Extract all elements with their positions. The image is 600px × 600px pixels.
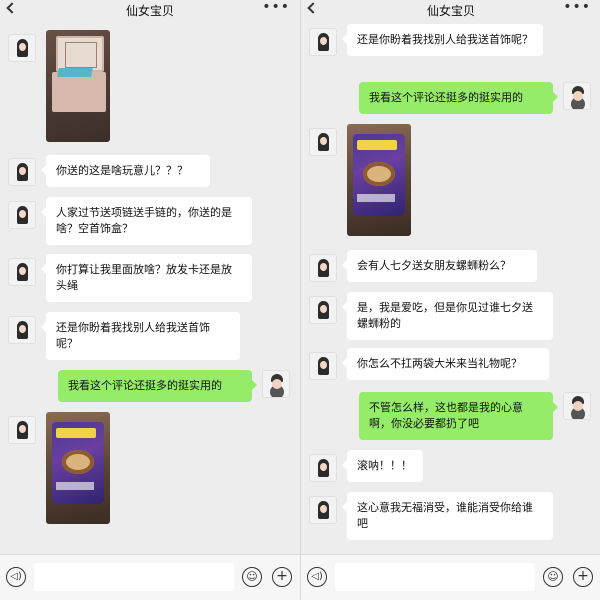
voice-icon[interactable]: ◁) [6, 567, 26, 587]
message-text: 会有人七夕送女朋友螺蛳粉么？ [357, 259, 511, 272]
message-text: 滚呐！！！ [357, 459, 412, 472]
message-bubble[interactable]: 你打算让我里面放啥？放发卡还是放头绳 [41, 254, 252, 302]
contact-avatar[interactable] [309, 128, 337, 156]
chat-header: 仙女宝贝 ••• [301, 0, 600, 20]
chat-title: 仙女宝贝 [125, 4, 174, 18]
message-bubble[interactable]: 人家过节送项链送手链的，你送的是啥？空首饰盒？ [41, 197, 252, 245]
message-text: 你怎么不扛两袋大米来当礼物呢？ [357, 357, 522, 370]
contact-avatar[interactable] [309, 352, 337, 380]
more-icon[interactable]: ••• [563, 0, 591, 14]
snail-noodle-photo[interactable] [46, 412, 110, 524]
input-bar: ◁) ☺ + [301, 554, 600, 600]
message-input[interactable] [335, 563, 535, 591]
message-bubble-sent[interactable]: 我看这个评论还挺多的挺实用的 [359, 82, 558, 114]
message-bubble[interactable]: 是，我是爱吃，但是你见过谁七夕送螺蛳粉的 [342, 292, 553, 340]
voice-icon[interactable]: ◁) [307, 567, 327, 587]
chat-title: 仙女宝贝 [426, 4, 475, 18]
message-bubble[interactable]: 你送的这是啥玩意儿？？？ [41, 155, 210, 187]
plus-icon[interactable]: + [272, 567, 292, 587]
chat-header: 仙女宝贝 ••• [0, 0, 300, 20]
contact-avatar[interactable] [8, 316, 36, 344]
message-bubble[interactable]: 你怎么不扛两袋大米来当礼物呢？ [342, 348, 549, 380]
contact-avatar[interactable] [309, 454, 337, 482]
chat-panel-left: 仙女宝贝 ••• 你送的这是啥玩意儿？？？ 人家过节送项链送手链的，你送的是啥？… [0, 0, 300, 600]
message-text: 你打算让我里面放啥？放发卡还是放头绳 [56, 263, 232, 292]
message-text: 我看这个评论还挺多的挺实用的 [68, 379, 222, 392]
contact-avatar[interactable] [8, 258, 36, 286]
user-avatar[interactable] [563, 82, 591, 110]
contact-avatar[interactable] [309, 254, 337, 282]
message-text: 你送的这是啥玩意儿？？？ [56, 164, 188, 177]
more-icon[interactable]: ••• [262, 0, 290, 14]
contact-avatar[interactable] [309, 496, 337, 524]
emoji-icon[interactable]: ☺ [543, 567, 563, 587]
snail-noodle-photo[interactable] [347, 124, 411, 236]
chat-panel-right: 仙女宝贝 ••• 还是你盼着我找别人给我送首饰呢？ 我看这个评论还挺多的挺实用的… [300, 0, 600, 600]
message-text: 不管怎么样，这也都是我的心意啊，你没必要都扔了吧 [369, 401, 523, 430]
jewelry-box-photo[interactable] [46, 30, 110, 142]
contact-avatar[interactable] [8, 416, 36, 444]
message-bubble[interactable]: 滚呐！！！ [342, 450, 423, 482]
user-avatar[interactable] [262, 370, 290, 398]
message-text: 这心意我无福消受，谁能消受你给谁吧 [357, 501, 533, 530]
message-text: 还是你盼着我找别人给我送首饰呢？ [357, 33, 533, 46]
user-avatar[interactable] [563, 392, 591, 420]
message-bubble-sent[interactable]: 不管怎么样，这也都是我的心意啊，你没必要都扔了吧 [359, 392, 558, 440]
message-text: 是，我是爱吃，但是你见过谁七夕送螺蛳粉的 [357, 301, 533, 330]
message-text: 我看这个评论还挺多的挺实用的 [369, 91, 523, 104]
message-bubble[interactable]: 这心意我无福消受，谁能消受你给谁吧 [342, 492, 553, 540]
message-bubble-sent[interactable]: 我看这个评论还挺多的挺实用的 [58, 370, 257, 402]
contact-avatar[interactable] [8, 158, 36, 186]
plus-icon[interactable]: + [573, 567, 593, 587]
emoji-icon[interactable]: ☺ [242, 567, 262, 587]
contact-avatar[interactable] [309, 28, 337, 56]
message-bubble[interactable]: 会有人七夕送女朋友螺蛳粉么？ [342, 250, 537, 282]
contact-avatar[interactable] [309, 296, 337, 324]
contact-avatar[interactable] [8, 201, 36, 229]
message-text: 人家过节送项链送手链的，你送的是啥？空首饰盒？ [56, 206, 232, 235]
message-bubble[interactable]: 还是你盼着我找别人给我送首饰呢？ [342, 24, 543, 56]
message-input[interactable] [34, 563, 234, 591]
contact-avatar[interactable] [8, 34, 36, 62]
message-bubble[interactable]: 还是你盼着我找别人给我送首饰呢？ [41, 312, 240, 360]
message-text: 还是你盼着我找别人给我送首饰呢？ [56, 321, 210, 350]
input-bar: ◁) ☺ + [0, 554, 300, 600]
